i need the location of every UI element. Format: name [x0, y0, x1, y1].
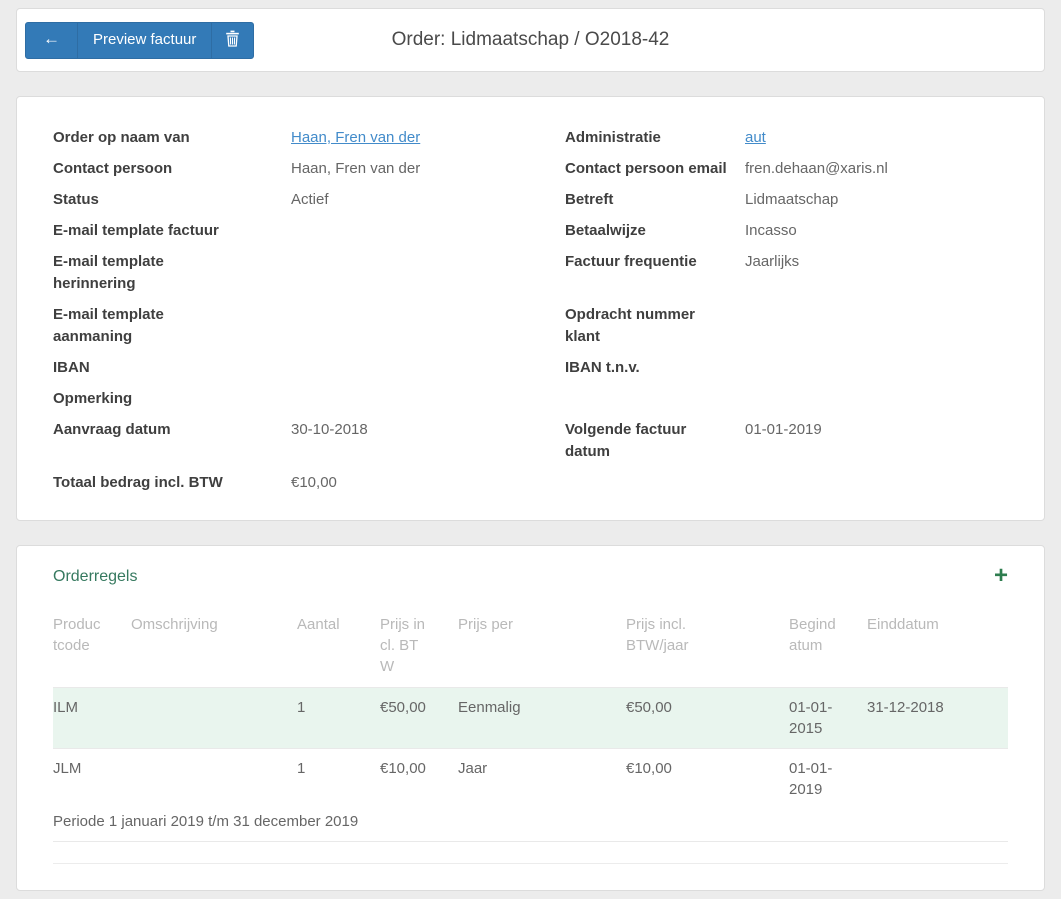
prijs-per-cell: Jaar [458, 749, 626, 810]
einddatum-cell [867, 749, 1008, 810]
order-op-naam-van-label: Order op naam van [53, 127, 291, 149]
iban-t-n-v-value [745, 357, 1008, 379]
orderregels-title: Orderregels [53, 566, 137, 588]
totaal-bedrag-incl-btw-label: Totaal bedrag incl. BTW [53, 472, 291, 494]
e-mail-template-aanmaning-value [291, 304, 565, 348]
iban-t-n-v-label: IBAN t.n.v. [565, 357, 745, 379]
empty-value [745, 388, 1008, 410]
prijs-incl-btw-jaar-cell: €50,00 [626, 688, 789, 749]
betaalwijze-value: Incasso [745, 220, 1008, 242]
col-header-prijs-per: Prijs per [458, 614, 626, 688]
opdracht-nummer-klant-value [745, 304, 1008, 348]
prijs-per-cell: Eenmalig [458, 688, 626, 749]
order-op-naam-van-link[interactable]: Haan, Fren van der [291, 129, 420, 146]
orderregel-row[interactable]: JLM1€10,00Jaar€10,0001-01-2019 [53, 749, 1008, 810]
add-orderregel-button[interactable]: + [994, 566, 1008, 586]
toolbar-button-group: ← Preview factuur [25, 22, 254, 59]
iban-label: IBAN [53, 357, 291, 379]
betreft-value: Lidmaatschap [745, 189, 1008, 211]
einddatum-cell: 31-12-2018 [867, 688, 1008, 749]
empty-label [565, 472, 745, 494]
col-header-prijs-incl-btw: Prijs incl. BTW [380, 614, 458, 688]
aantal-cell: 1 [297, 749, 380, 810]
orderregels-card: Orderregels + ProductcodeOmschrijvingAan… [16, 545, 1045, 891]
begindatum-cell: 01-01-2019 [789, 749, 867, 810]
back-arrow-icon: ← [43, 30, 60, 48]
aanvraag-datum-value: 30-10-2018 [291, 419, 565, 463]
contact-persoon-email-label: Contact persoon email [565, 158, 745, 180]
table-end-divider [53, 842, 1008, 864]
administratie-label: Administratie [565, 127, 745, 149]
e-mail-template-factuur-value [291, 220, 565, 242]
preview-factuur-button[interactable]: Preview factuur [77, 22, 212, 59]
productcode-cell: JLM [53, 749, 131, 810]
factuur-frequentie-value: Jaarlijks [745, 251, 1008, 295]
col-header-productcode: Productcode [53, 614, 131, 688]
volgende-factuur-datum-value: 01-01-2019 [745, 419, 1008, 463]
e-mail-template-factuur-label: E-mail template factuur [53, 220, 291, 242]
betaalwijze-label: Betaalwijze [565, 220, 745, 242]
aanvraag-datum-label: Aanvraag datum [53, 419, 291, 463]
col-header-begindatum: Begindatum [789, 614, 867, 688]
contact-persoon-value: Haan, Fren van der [291, 158, 565, 180]
e-mail-template-aanmaning-label: E-mail template aanmaning [53, 304, 291, 348]
betreft-label: Betreft [565, 189, 745, 211]
empty-label [565, 388, 745, 410]
e-mail-template-herinnering-value [291, 251, 565, 295]
toolbar-card: ← Preview factuur Order: Lidmaatschap / … [16, 8, 1045, 72]
orderregel-row[interactable]: ILM1€50,00Eenmalig€50,0001-01-201531-12-… [53, 688, 1008, 749]
col-header-omschrijving: Omschrijving [131, 614, 297, 688]
trash-icon [225, 30, 240, 47]
omschrijving-cell [131, 688, 297, 749]
orderregels-header-row: ProductcodeOmschrijvingAantalPrijs incl.… [53, 614, 1008, 688]
col-header-prijs-incl-btw-jaar: Prijs incl. BTW/jaar [626, 614, 789, 688]
volgende-factuur-datum-label: Volgende factuur datum [565, 419, 745, 463]
col-header-einddatum: Einddatum [867, 614, 1008, 688]
order-details-card: Order op naam vanHaan, Fren van derAdmin… [16, 96, 1045, 521]
administratie-value: aut [745, 127, 1008, 149]
administratie-link[interactable]: aut [745, 129, 766, 146]
iban-value [291, 357, 565, 379]
omschrijving-cell [131, 749, 297, 810]
prijs-incl-btw-cell: €50,00 [380, 688, 458, 749]
status-label: Status [53, 189, 291, 211]
factuur-frequentie-label: Factuur frequentie [565, 251, 745, 295]
status-value: Actief [291, 189, 565, 211]
back-button[interactable]: ← [25, 22, 78, 59]
order-details-grid: Order op naam vanHaan, Fren van derAdmin… [53, 127, 1008, 494]
opmerking-value [291, 388, 565, 410]
empty-value [745, 472, 1008, 494]
opdracht-nummer-klant-label: Opdracht nummer klant [565, 304, 745, 348]
page: ← Preview factuur Order: Lidmaatschap / … [0, 0, 1061, 899]
delete-button[interactable] [211, 22, 254, 59]
orderregels-table: ProductcodeOmschrijvingAantalPrijs incl.… [53, 614, 1008, 842]
prijs-incl-btw-cell: €10,00 [380, 749, 458, 810]
begindatum-cell: 01-01-2015 [789, 688, 867, 749]
order-op-naam-van-value: Haan, Fren van der [291, 127, 565, 149]
aantal-cell: 1 [297, 688, 380, 749]
contact-persoon-email-value: fren.dehaan@xaris.nl [745, 158, 1008, 180]
prijs-incl-btw-jaar-cell: €10,00 [626, 749, 789, 810]
col-header-aantal: Aantal [297, 614, 380, 688]
productcode-cell: ILM [53, 688, 131, 749]
totaal-bedrag-incl-btw-value: €10,00 [291, 472, 565, 494]
orderregels-header: Orderregels + [53, 566, 1008, 588]
contact-persoon-label: Contact persoon [53, 158, 291, 180]
e-mail-template-herinnering-label: E-mail template herinnering [53, 251, 291, 295]
opmerking-label: Opmerking [53, 388, 291, 410]
